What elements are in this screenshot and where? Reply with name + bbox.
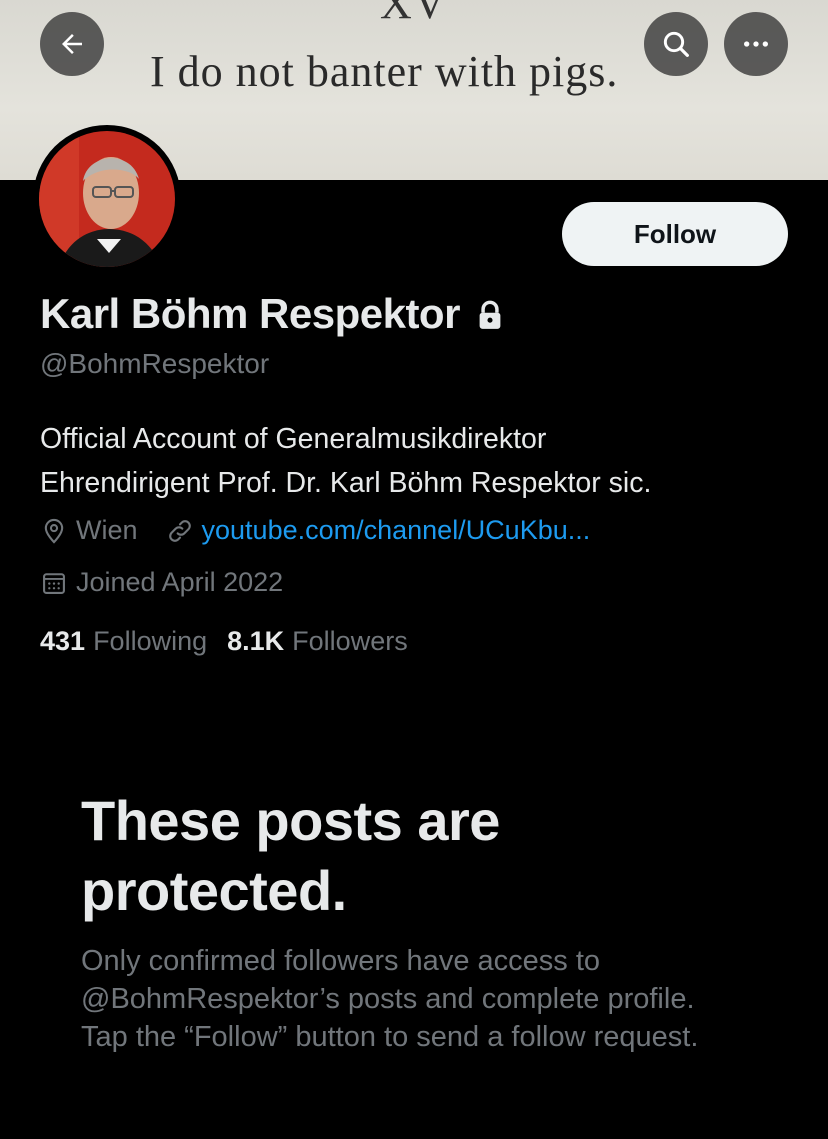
calendar-icon — [40, 569, 68, 597]
arrow-left-icon — [62, 34, 82, 54]
more-options-button[interactable] — [724, 12, 788, 76]
profile-location: Wien — [76, 515, 138, 545]
profile-joined-date: Joined April 2022 — [76, 567, 284, 597]
link-icon — [166, 517, 194, 545]
more-horizontal-icon — [744, 41, 768, 47]
lock-icon — [476, 300, 504, 335]
banner-roman-numeral: XV — [380, 0, 448, 28]
profile-stats: 431 Following 8.1K Followers — [40, 626, 428, 657]
followers-label: Followers — [292, 626, 408, 656]
profile-name-row: Karl Böhm Respektor — [40, 290, 504, 338]
following-stat[interactable]: 431 Following — [40, 626, 207, 657]
profile-handle: @BohmRespektor — [40, 348, 270, 379]
profile-bio: Official Account of Generalmusikdirektor… — [40, 417, 800, 505]
profile-website-link[interactable]: youtube.com/channel/UCuKbu... — [202, 515, 591, 546]
protected-title: These posts are protected. — [81, 789, 500, 922]
avatar[interactable] — [39, 131, 175, 267]
followers-count: 8.1K — [227, 626, 285, 656]
following-count: 431 — [40, 626, 86, 656]
bio-line: Official Account of Generalmusikdirektor — [40, 423, 547, 455]
followers-stat[interactable]: 8.1K Followers — [227, 626, 408, 657]
location-icon — [40, 517, 68, 545]
banner-quote: I do not banter with pigs. — [150, 47, 619, 96]
profile-joined-row: Joined April 2022 — [40, 567, 283, 598]
follow-button[interactable]: Follow — [562, 202, 788, 266]
following-label: Following — [93, 626, 208, 656]
back-button[interactable] — [40, 12, 104, 76]
search-button[interactable] — [644, 12, 708, 76]
profile-meta-row: Wien youtube.com/channel/UCuKbu... — [40, 515, 590, 546]
bio-line: Ehrendirigent Prof. Dr. Karl Böhm Respek… — [40, 467, 652, 499]
protected-description: Only confirmed followers have access to … — [81, 945, 699, 1053]
profile-name: Karl Böhm Respektor — [40, 290, 460, 337]
search-icon — [663, 31, 689, 57]
avatar-frame — [33, 125, 181, 273]
